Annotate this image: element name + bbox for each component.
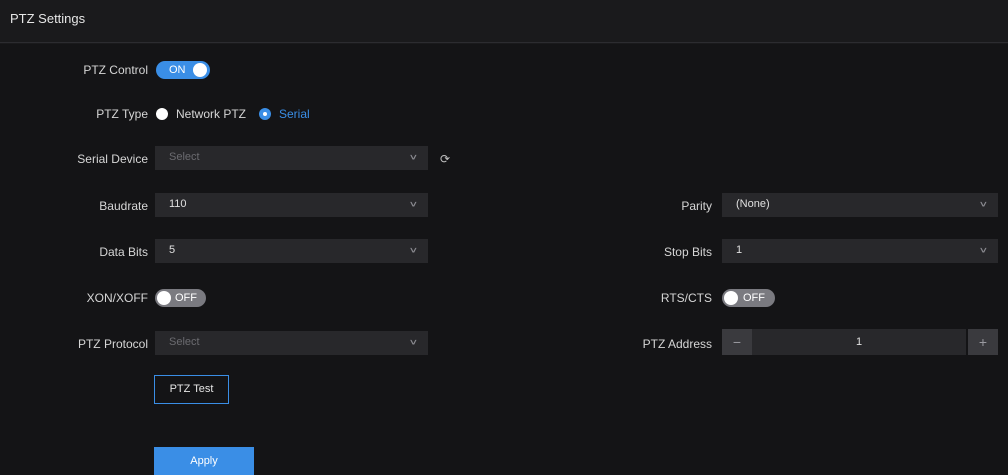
ptz-control-state: ON [169, 64, 186, 76]
radio-network-ptz-label[interactable]: Network PTZ [176, 107, 246, 121]
toggle-knob [724, 291, 738, 305]
ptz-address-label: PTZ Address [642, 337, 712, 351]
serial-device-select[interactable]: Select ∨ [155, 146, 428, 170]
ptz-control-label: PTZ Control [83, 63, 148, 77]
radio-serial[interactable] [259, 108, 271, 120]
xon-xoff-state: OFF [175, 292, 197, 304]
data-bits-label: Data Bits [99, 245, 148, 259]
refresh-icon[interactable]: ⟳ [440, 152, 450, 166]
rts-cts-label: RTS/CTS [660, 291, 712, 305]
ptz-protocol-value: Select [169, 336, 200, 348]
serial-device-value: Select [169, 151, 200, 163]
ptz-control-toggle[interactable]: ON [156, 61, 210, 79]
rts-cts-state: OFF [743, 292, 765, 304]
parity-value: (None) [736, 198, 770, 210]
chevron-down-icon: ∨ [408, 199, 418, 209]
baudrate-select[interactable]: 110 ∨ [155, 193, 428, 217]
chevron-down-icon: ∨ [408, 245, 418, 255]
ptz-type-label: PTZ Type [96, 107, 148, 121]
page-title: PTZ Settings [10, 11, 86, 26]
chevron-down-icon: ∨ [978, 245, 988, 255]
chevron-down-icon: ∨ [408, 337, 418, 347]
chevron-down-icon: ∨ [408, 152, 418, 162]
stop-bits-select[interactable]: 1 ∨ [722, 239, 998, 263]
decrement-button[interactable]: − [722, 329, 752, 355]
toggle-knob [157, 291, 171, 305]
stop-bits-value: 1 [736, 244, 743, 256]
increment-button[interactable]: + [968, 329, 998, 355]
parity-label: Parity [681, 199, 712, 213]
radio-network-ptz[interactable] [156, 108, 168, 120]
data-bits-value: 5 [169, 244, 176, 256]
ptz-test-button[interactable]: PTZ Test [154, 375, 229, 404]
radio-serial-label[interactable]: Serial [279, 107, 310, 121]
apply-button[interactable]: Apply [154, 447, 254, 475]
toggle-knob [193, 63, 207, 77]
chevron-down-icon: ∨ [978, 199, 988, 209]
ptz-address-input[interactable]: 1 [752, 329, 966, 355]
baudrate-value: 110 [169, 198, 187, 210]
xon-xoff-label: XON/XOFF [86, 291, 148, 305]
serial-device-label: Serial Device [77, 152, 148, 166]
stop-bits-label: Stop Bits [663, 245, 712, 259]
xon-xoff-toggle[interactable]: OFF [155, 289, 206, 307]
parity-select[interactable]: (None) ∨ [722, 193, 998, 217]
page-header: PTZ Settings [0, 0, 1008, 44]
ptz-protocol-select[interactable]: Select ∨ [155, 331, 428, 355]
ptz-protocol-label: PTZ Protocol [77, 337, 148, 351]
data-bits-select[interactable]: 5 ∨ [155, 239, 428, 263]
header-divider [0, 42, 1008, 43]
baudrate-label: Baudrate [99, 199, 148, 213]
rts-cts-toggle[interactable]: OFF [722, 289, 775, 307]
